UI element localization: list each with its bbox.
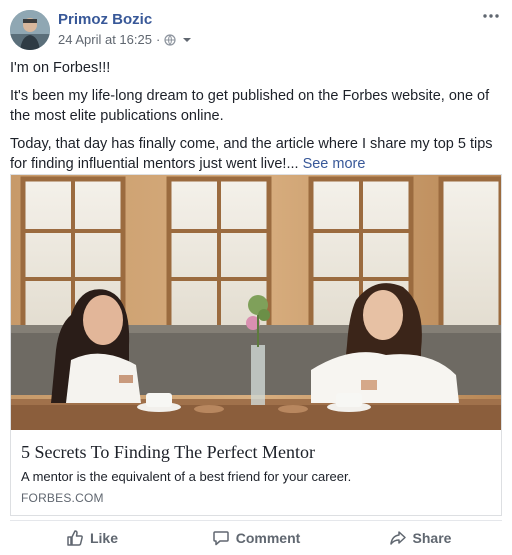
avatar-photo — [10, 10, 50, 50]
author-name[interactable]: Primoz Bozic — [58, 11, 152, 28]
comment-button[interactable]: Comment — [174, 521, 338, 555]
post-text: I'm on Forbes!!! It's been my life-long … — [10, 58, 504, 182]
privacy-dropdown-icon[interactable] — [182, 35, 192, 45]
cafe-photo — [11, 175, 501, 430]
link-preview-description: A mentor is the equivalent of a best fri… — [21, 469, 352, 484]
post-paragraph: I'm on Forbes!!! — [10, 60, 111, 76]
more-horizontal-icon — [483, 14, 499, 18]
comment-icon — [212, 531, 229, 546]
post-meta: 24 April at 16:25 · — [58, 32, 192, 47]
facebook-post: Primoz Bozic 24 April at 16:25 · I'm on … — [0, 0, 512, 555]
post-actions-bar: Like Comment Share — [10, 521, 502, 555]
share-arrow-icon — [389, 531, 406, 545]
post-paragraph: Today, that day has finally come, and th… — [10, 134, 504, 174]
globe-icon[interactable] — [164, 33, 176, 46]
like-label: Like — [89, 530, 118, 546]
like-button[interactable]: Like — [10, 521, 174, 555]
post-paragraph: It's been my life-long dream to get publ… — [10, 88, 490, 124]
link-preview-image[interactable] — [11, 175, 501, 430]
link-preview-body[interactable]: 5 Secrets To Finding The Perfect Mentor … — [11, 430, 501, 515]
share-label: Share — [412, 530, 452, 546]
link-preview-title[interactable]: 5 Secrets To Finding The Perfect Mentor — [21, 442, 315, 463]
link-preview-card[interactable]: 5 Secrets To Finding The Perfect Mentor … — [10, 174, 502, 516]
share-button[interactable]: Share — [338, 521, 502, 555]
thumbs-up-icon — [67, 530, 83, 546]
post-timestamp[interactable]: 24 April at 16:25 — [58, 32, 152, 47]
post-options-button[interactable] — [480, 6, 502, 26]
comment-label: Comment — [235, 530, 301, 546]
author-avatar[interactable] — [10, 10, 50, 50]
see-more-link[interactable]: See more — [303, 156, 366, 172]
link-preview-domain: FORBES.COM — [21, 491, 104, 505]
post-paragraph-text: Today, that day has finally come, and th… — [10, 136, 493, 172]
meta-separator: · — [155, 32, 161, 47]
